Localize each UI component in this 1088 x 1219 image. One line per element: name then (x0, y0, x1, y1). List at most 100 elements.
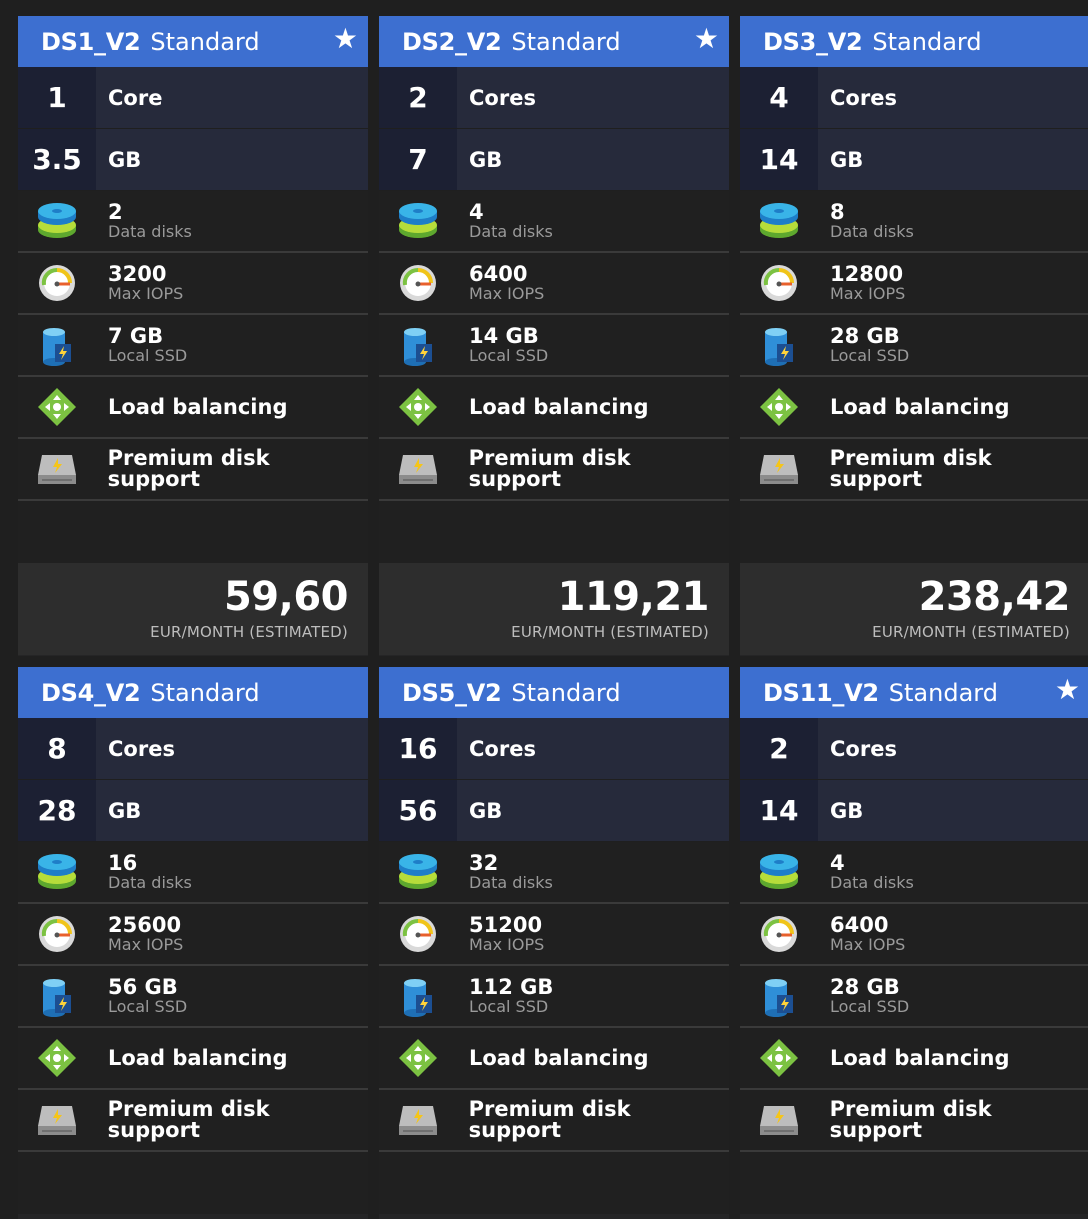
iops-label: Max IOPS (830, 935, 906, 954)
data-disks-value: 16 (108, 851, 138, 875)
memory-value: 3.5 (18, 129, 96, 190)
premium-disk-icon (379, 439, 457, 499)
vm-tier: Standard (511, 678, 621, 707)
cores-row: 2 Cores (379, 67, 729, 129)
vm-size-name: DS3_V2 (763, 27, 863, 56)
cores-value: 8 (18, 718, 96, 779)
vm-tier: Standard (511, 27, 621, 56)
card-header: DS4_V2 Standard (18, 667, 368, 718)
price-box: 59,60 EUR/MONTH (ESTIMATED) (18, 563, 368, 655)
memory-row: 3.5 GB (18, 129, 368, 191)
iops-value: 6400 (830, 913, 889, 937)
vm-size-card[interactable]: DS3_V2 Standard 4 Cores 14 GB 8 Data dis… (740, 16, 1088, 656)
disk-stack-icon (740, 191, 818, 251)
load-balancer-icon (18, 377, 96, 437)
premium-disk-label: Premium disk support (107, 446, 270, 491)
card-header: DS3_V2 Standard (740, 16, 1088, 67)
ssd-icon (379, 315, 457, 375)
ssd-value: 7 GB (108, 324, 164, 348)
memory-label: GB (108, 798, 142, 823)
premium-disk-icon (18, 1090, 96, 1150)
ssd-value: 112 GB (469, 975, 554, 999)
vm-size-name: DS4_V2 (41, 678, 141, 707)
disk-stack-icon (740, 842, 818, 902)
memory-label: GB (108, 147, 142, 172)
load-balancer-icon (379, 377, 457, 437)
star-icon[interactable]: ★ (333, 25, 358, 53)
data-disks-value: 4 (469, 200, 484, 224)
cores-label: Cores (108, 736, 175, 761)
memory-value: 14 (740, 780, 818, 841)
speedometer-icon (740, 904, 818, 964)
iops-row: 25600 Max IOPS (18, 904, 368, 966)
data-disks-row: 32 Data disks (379, 842, 729, 904)
ssd-value: 14 GB (469, 324, 539, 348)
iops-row: 51200 Max IOPS (379, 904, 729, 966)
price-box: 119,21 EUR/MONTH (ESTIMATED) (379, 563, 729, 655)
ssd-row: 112 GB Local SSD (379, 966, 729, 1028)
data-disks-row: 4 Data disks (379, 191, 729, 253)
iops-label: Max IOPS (108, 284, 184, 303)
iops-value: 51200 (469, 913, 543, 937)
star-icon[interactable]: ★ (1055, 676, 1080, 704)
memory-label: GB (469, 798, 503, 823)
ssd-label: Local SSD (469, 346, 549, 365)
data-disks-value: 32 (469, 851, 499, 875)
premium-disk-icon (18, 439, 96, 499)
vm-size-card[interactable]: DS2_V2 Standard ★ 2 Cores 7 GB 4 Data di… (379, 16, 729, 656)
cores-label: Cores (469, 85, 536, 110)
memory-value: 56 (379, 780, 457, 841)
data-disks-value: 2 (108, 200, 123, 224)
memory-row: 28 GB (18, 780, 368, 842)
iops-value: 12800 (830, 262, 904, 286)
premium-disk-row: Premium disk support (379, 1090, 729, 1152)
memory-row: 14 GB (740, 129, 1088, 191)
load-balancer-icon (740, 1028, 818, 1088)
speedometer-icon (379, 253, 457, 313)
ssd-icon (18, 966, 96, 1026)
premium-disk-label: Premium disk support (829, 1097, 992, 1142)
vm-size-grid: DS1_V2 Standard ★ 1 Core 3.5 GB 2 Data d… (0, 0, 1088, 1219)
load-balancing-label: Load balancing (108, 394, 288, 419)
cores-value: 2 (379, 67, 457, 128)
load-balancing-row: Load balancing (18, 377, 368, 439)
star-icon[interactable]: ★ (694, 25, 719, 53)
speedometer-icon (740, 253, 818, 313)
premium-disk-row: Premium disk support (740, 439, 1088, 501)
data-disks-label: Data disks (830, 873, 914, 892)
vm-size-card[interactable]: DS11_V2 Standard ★ 2 Cores 14 GB 4 Data … (740, 667, 1088, 1219)
iops-label: Max IOPS (469, 284, 545, 303)
cores-value: 2 (740, 718, 818, 779)
vm-size-card[interactable]: DS1_V2 Standard ★ 1 Core 3.5 GB 2 Data d… (18, 16, 368, 656)
memory-row: 56 GB (379, 780, 729, 842)
ssd-icon (740, 966, 818, 1026)
card-header: DS5_V2 Standard (379, 667, 729, 718)
premium-disk-row: Premium disk support (18, 439, 368, 501)
ssd-value: 28 GB (830, 975, 900, 999)
cores-value: 4 (740, 67, 818, 128)
vm-size-card[interactable]: DS4_V2 Standard 8 Cores 28 GB 16 Data di… (18, 667, 368, 1219)
ssd-row: 28 GB Local SSD (740, 315, 1088, 377)
price-value: 59,60 (223, 574, 349, 620)
cores-row: 16 Cores (379, 718, 729, 780)
ssd-label: Local SSD (469, 997, 549, 1016)
load-balancing-row: Load balancing (379, 1028, 729, 1090)
speedometer-icon (18, 253, 96, 313)
memory-value: 7 (379, 129, 457, 190)
iops-label: Max IOPS (469, 935, 545, 954)
premium-disk-row: Premium disk support (740, 1090, 1088, 1152)
load-balancing-label: Load balancing (108, 1045, 288, 1070)
price-label: EUR/MONTH (ESTIMATED) (150, 623, 348, 641)
disk-stack-icon (18, 842, 96, 902)
vm-size-card[interactable]: DS5_V2 Standard 16 Cores 56 GB 32 Data d… (379, 667, 729, 1219)
ssd-value: 56 GB (108, 975, 178, 999)
data-disks-value: 8 (830, 200, 845, 224)
load-balancing-row: Load balancing (379, 377, 729, 439)
ssd-icon (740, 315, 818, 375)
vm-size-name: DS1_V2 (41, 27, 141, 56)
premium-disk-row: Premium disk support (18, 1090, 368, 1152)
premium-disk-icon (379, 1090, 457, 1150)
spacer-row (379, 1152, 729, 1214)
cores-row: 2 Cores (740, 718, 1088, 780)
ssd-value: 28 GB (830, 324, 900, 348)
